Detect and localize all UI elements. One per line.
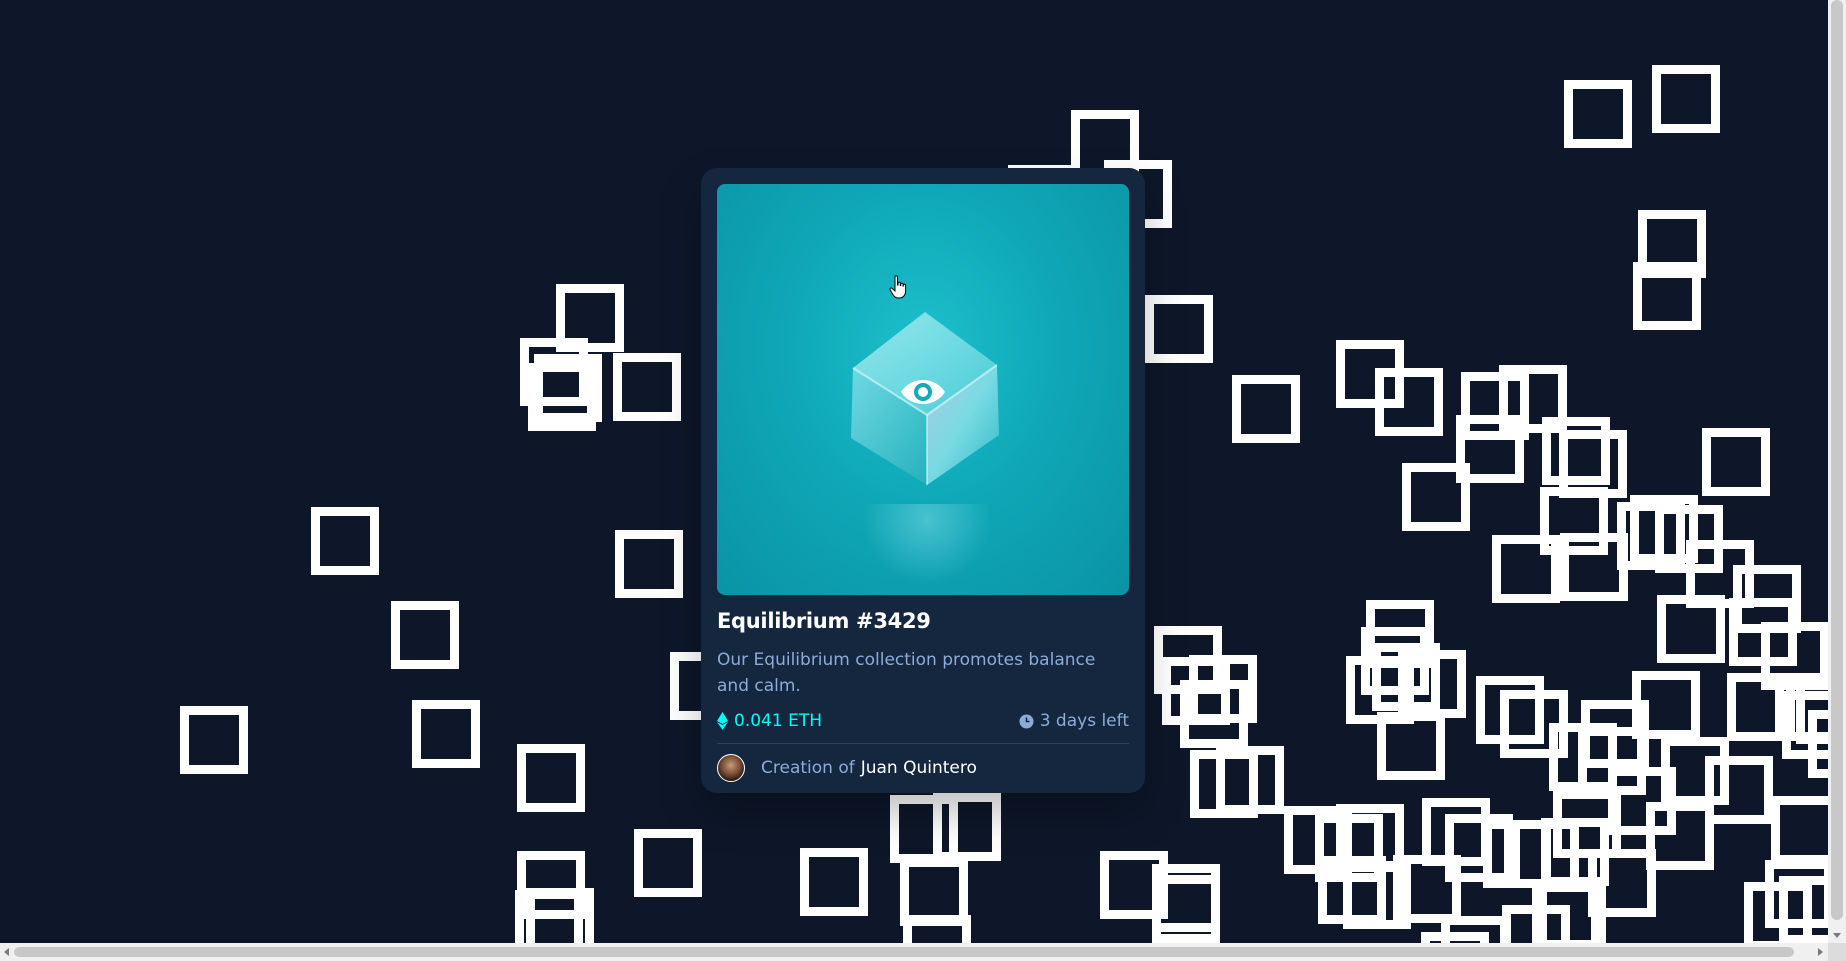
nft-image[interactable] bbox=[717, 184, 1129, 595]
background-square bbox=[1152, 875, 1220, 943]
background-square bbox=[1232, 375, 1300, 443]
scroll-down-arrow-icon[interactable] bbox=[1833, 933, 1841, 938]
nft-description: Our Equilibrium collection promotes bala… bbox=[717, 650, 1096, 696]
background-square bbox=[412, 700, 480, 768]
background-square bbox=[180, 706, 248, 774]
background-square bbox=[1765, 860, 1828, 928]
background-square bbox=[1343, 861, 1411, 929]
background-square bbox=[1145, 295, 1213, 363]
background-square bbox=[528, 363, 596, 431]
background-square bbox=[1727, 673, 1795, 741]
ethereum-icon bbox=[717, 712, 728, 730]
background-square bbox=[311, 507, 379, 575]
background-square bbox=[1632, 671, 1700, 739]
background-square bbox=[613, 353, 681, 421]
card-divider bbox=[717, 743, 1129, 744]
background-square bbox=[1661, 737, 1729, 805]
page-background: Equilibrium #3429 Our Equilibrium collec… bbox=[0, 0, 1828, 943]
background-square bbox=[1422, 798, 1490, 866]
avatar bbox=[717, 754, 745, 782]
scrollbar-corner bbox=[1828, 943, 1846, 961]
background-square bbox=[1771, 796, 1828, 864]
scroll-left-arrow-icon[interactable] bbox=[4, 948, 9, 956]
creator-prefix: Creation of bbox=[761, 758, 855, 778]
background-square bbox=[1346, 656, 1414, 724]
creator-text: Creation of Juan Quintero bbox=[761, 758, 977, 778]
background-square bbox=[391, 601, 459, 669]
nft-meta-row: 0.041 ETH 3 days left bbox=[717, 711, 1129, 731]
horizontal-scroll-thumb[interactable] bbox=[14, 947, 1794, 957]
background-square bbox=[890, 795, 958, 863]
background-square bbox=[1646, 802, 1714, 870]
background-square bbox=[1549, 723, 1617, 791]
horizontal-scrollbar[interactable] bbox=[0, 943, 1828, 961]
background-square bbox=[1808, 710, 1828, 778]
eye-icon bbox=[901, 380, 945, 404]
background-square bbox=[615, 530, 683, 598]
background-square bbox=[1702, 428, 1770, 496]
hand-cursor-icon bbox=[889, 275, 907, 299]
nft-title[interactable]: Equilibrium #3429 bbox=[717, 609, 1129, 633]
background-square bbox=[1180, 680, 1248, 748]
background-square bbox=[515, 890, 583, 943]
time-remaining: 3 days left bbox=[1019, 711, 1129, 731]
vertical-scroll-thumb[interactable] bbox=[1831, 0, 1843, 920]
creator-name-link[interactable]: Juan Quintero bbox=[861, 758, 977, 778]
background-square bbox=[1564, 80, 1632, 148]
background-square bbox=[1657, 595, 1725, 663]
background-square bbox=[1190, 750, 1258, 818]
background-square bbox=[1421, 932, 1489, 943]
nft-card: Equilibrium #3429 Our Equilibrium collec… bbox=[701, 168, 1145, 793]
background-square bbox=[903, 915, 971, 943]
background-square bbox=[1652, 65, 1720, 133]
price-value: 0.041 ETH bbox=[734, 711, 822, 731]
vertical-scrollbar[interactable] bbox=[1828, 0, 1846, 943]
price: 0.041 ETH bbox=[717, 711, 822, 731]
background-square bbox=[517, 744, 585, 812]
background-square bbox=[1375, 368, 1443, 436]
cube-reflection bbox=[862, 504, 992, 584]
time-left-value: 3 days left bbox=[1039, 711, 1129, 731]
background-square bbox=[1511, 820, 1579, 888]
scroll-right-arrow-icon[interactable] bbox=[1818, 948, 1823, 956]
background-square bbox=[1559, 430, 1627, 498]
background-square bbox=[1638, 210, 1706, 278]
background-square bbox=[800, 848, 868, 916]
background-square bbox=[1502, 905, 1570, 943]
creator-row: Creation of Juan Quintero bbox=[717, 754, 1129, 782]
clock-icon bbox=[1019, 714, 1034, 728]
background-square bbox=[634, 829, 702, 897]
